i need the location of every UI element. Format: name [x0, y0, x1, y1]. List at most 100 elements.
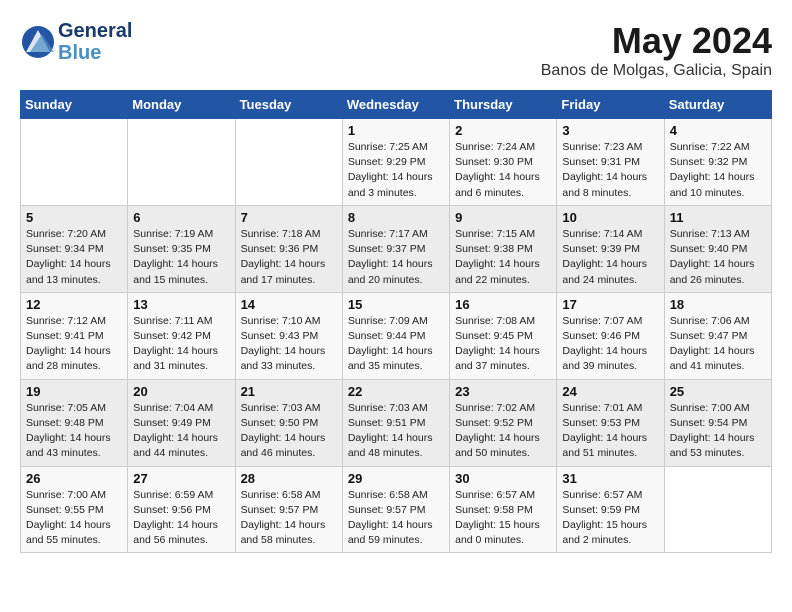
calendar-cell: [235, 119, 342, 206]
calendar-cell: 20 Sunrise: 7:04 AM Sunset: 9:49 PM Dayli…: [128, 379, 235, 466]
calendar-cell: 1 Sunrise: 7:25 AM Sunset: 9:29 PM Daylig…: [342, 119, 449, 206]
day-number: 4: [670, 123, 766, 138]
day-info: Sunrise: 6:58 AM Sunset: 9:57 PM Dayligh…: [348, 488, 444, 549]
calendar-cell: 5Sunrise: 7:20 AM Sunset: 9:34 PM Daylig…: [21, 205, 128, 292]
day-number: 22: [348, 384, 444, 399]
calendar-cell: 16Sunrise: 7:08 AM Sunset: 9:45 PM Dayli…: [450, 292, 557, 379]
day-info: Sunrise: 6:58 AM Sunset: 9:57 PM Dayligh…: [241, 488, 337, 549]
day-number: 26: [26, 471, 122, 486]
calendar-cell: 24 Sunrise: 7:01 AM Sunset: 9:53 PM Dayli…: [557, 379, 664, 466]
calendar-cell: 6 Sunrise: 7:19 AM Sunset: 9:35 PM Daylig…: [128, 205, 235, 292]
day-info: Sunrise: 7:19 AM Sunset: 9:35 PM Dayligh…: [133, 227, 229, 288]
calendar-cell: 28 Sunrise: 6:58 AM Sunset: 9:57 PM Dayli…: [235, 466, 342, 553]
calendar-cell: 4 Sunrise: 7:22 AM Sunset: 9:32 PM Daylig…: [664, 119, 771, 206]
day-number: 20: [133, 384, 229, 399]
subtitle: Banos de Molgas, Galicia, Spain: [541, 62, 772, 80]
day-number: 14: [241, 297, 337, 312]
calendar-cell: 15Sunrise: 7:09 AM Sunset: 9:44 PM Dayli…: [342, 292, 449, 379]
title-block: May 2024 Banos de Molgas, Galicia, Spain: [541, 20, 772, 80]
day-info: Sunrise: 6:57 AM Sunset: 9:58 PM Dayligh…: [455, 488, 551, 549]
day-info: Sunrise: 7:13 AM Sunset: 9:40 PM Dayligh…: [670, 227, 766, 288]
day-number: 6: [133, 210, 229, 225]
calendar-cell: [664, 466, 771, 553]
calendar-cell: 31 Sunrise: 6:57 AM Sunset: 9:59 PM Dayli…: [557, 466, 664, 553]
calendar-cell: 22Sunrise: 7:03 AM Sunset: 9:51 PM Dayli…: [342, 379, 449, 466]
day-number: 13: [133, 297, 229, 312]
day-info: Sunrise: 7:12 AM Sunset: 9:41 PM Dayligh…: [26, 314, 122, 375]
day-info: Sunrise: 7:01 AM Sunset: 9:53 PM Dayligh…: [562, 401, 658, 462]
calendar-cell: 18Sunrise: 7:06 AM Sunset: 9:47 PM Dayli…: [664, 292, 771, 379]
calendar-cell: 2 Sunrise: 7:24 AM Sunset: 9:30 PM Daylig…: [450, 119, 557, 206]
day-number: 16: [455, 297, 551, 312]
day-of-week-header: Friday: [557, 91, 664, 119]
day-info: Sunrise: 7:24 AM Sunset: 9:30 PM Dayligh…: [455, 140, 551, 201]
day-number: 5: [26, 210, 122, 225]
calendar-week-row: 19Sunrise: 7:05 AM Sunset: 9:48 PM Dayli…: [21, 379, 772, 466]
logo-text: General: [58, 20, 132, 42]
day-number: 9: [455, 210, 551, 225]
day-info: Sunrise: 7:00 AM Sunset: 9:54 PM Dayligh…: [670, 401, 766, 462]
day-of-week-header: Tuesday: [235, 91, 342, 119]
day-number: 10: [562, 210, 658, 225]
page-header: General Blue May 2024 Banos de Molgas, G…: [20, 20, 772, 80]
day-info: Sunrise: 7:25 AM Sunset: 9:29 PM Dayligh…: [348, 140, 444, 201]
logo-icon: [20, 24, 56, 60]
calendar-cell: 27Sunrise: 6:59 AM Sunset: 9:56 PM Dayli…: [128, 466, 235, 553]
day-number: 3: [562, 123, 658, 138]
day-number: 31: [562, 471, 658, 486]
calendar-cell: 19Sunrise: 7:05 AM Sunset: 9:48 PM Dayli…: [21, 379, 128, 466]
day-number: 28: [241, 471, 337, 486]
calendar-cell: 7Sunrise: 7:18 AM Sunset: 9:36 PM Daylig…: [235, 205, 342, 292]
calendar-cell: 13 Sunrise: 7:11 AM Sunset: 9:42 PM Dayli…: [128, 292, 235, 379]
day-number: 24: [562, 384, 658, 399]
day-number: 8: [348, 210, 444, 225]
calendar-cell: 29 Sunrise: 6:58 AM Sunset: 9:57 PM Dayli…: [342, 466, 449, 553]
day-number: 25: [670, 384, 766, 399]
calendar-week-row: 5Sunrise: 7:20 AM Sunset: 9:34 PM Daylig…: [21, 205, 772, 292]
day-of-week-header: Wednesday: [342, 91, 449, 119]
calendar-cell: 8 Sunrise: 7:17 AM Sunset: 9:37 PM Daylig…: [342, 205, 449, 292]
calendar-cell: [21, 119, 128, 206]
day-info: Sunrise: 7:11 AM Sunset: 9:42 PM Dayligh…: [133, 314, 229, 375]
logo-text2: Blue: [58, 42, 132, 64]
day-of-week-header: Sunday: [21, 91, 128, 119]
logo: General Blue: [20, 20, 132, 64]
day-number: 23: [455, 384, 551, 399]
day-number: 2: [455, 123, 551, 138]
day-number: 17: [562, 297, 658, 312]
day-number: 12: [26, 297, 122, 312]
day-info: Sunrise: 7:18 AM Sunset: 9:36 PM Dayligh…: [241, 227, 337, 288]
calendar-table: SundayMondayTuesdayWednesdayThursdayFrid…: [20, 90, 772, 553]
calendar-cell: 30 Sunrise: 6:57 AM Sunset: 9:58 PM Dayli…: [450, 466, 557, 553]
calendar-cell: 21 Sunrise: 7:03 AM Sunset: 9:50 PM Dayli…: [235, 379, 342, 466]
day-info: Sunrise: 7:09 AM Sunset: 9:44 PM Dayligh…: [348, 314, 444, 375]
day-info: Sunrise: 6:59 AM Sunset: 9:56 PM Dayligh…: [133, 488, 229, 549]
day-info: Sunrise: 7:17 AM Sunset: 9:37 PM Dayligh…: [348, 227, 444, 288]
calendar-cell: 11 Sunrise: 7:13 AM Sunset: 9:40 PM Dayli…: [664, 205, 771, 292]
day-info: Sunrise: 7:22 AM Sunset: 9:32 PM Dayligh…: [670, 140, 766, 201]
day-info: Sunrise: 7:02 AM Sunset: 9:52 PM Dayligh…: [455, 401, 551, 462]
day-info: Sunrise: 7:15 AM Sunset: 9:38 PM Dayligh…: [455, 227, 551, 288]
day-number: 29: [348, 471, 444, 486]
calendar-cell: 17Sunrise: 7:07 AM Sunset: 9:46 PM Dayli…: [557, 292, 664, 379]
day-info: Sunrise: 7:03 AM Sunset: 9:50 PM Dayligh…: [241, 401, 337, 462]
day-number: 30: [455, 471, 551, 486]
day-info: Sunrise: 6:57 AM Sunset: 9:59 PM Dayligh…: [562, 488, 658, 549]
calendar-header-row: SundayMondayTuesdayWednesdayThursdayFrid…: [21, 91, 772, 119]
day-info: Sunrise: 7:23 AM Sunset: 9:31 PM Dayligh…: [562, 140, 658, 201]
calendar-cell: 14 Sunrise: 7:10 AM Sunset: 9:43 PM Dayli…: [235, 292, 342, 379]
main-title: May 2024: [541, 20, 772, 62]
day-number: 21: [241, 384, 337, 399]
day-number: 1: [348, 123, 444, 138]
calendar-cell: 23 Sunrise: 7:02 AM Sunset: 9:52 PM Dayli…: [450, 379, 557, 466]
day-of-week-header: Thursday: [450, 91, 557, 119]
day-of-week-header: Saturday: [664, 91, 771, 119]
day-info: Sunrise: 7:00 AM Sunset: 9:55 PM Dayligh…: [26, 488, 122, 549]
day-number: 19: [26, 384, 122, 399]
calendar-week-row: 1 Sunrise: 7:25 AM Sunset: 9:29 PM Daylig…: [21, 119, 772, 206]
day-info: Sunrise: 7:10 AM Sunset: 9:43 PM Dayligh…: [241, 314, 337, 375]
calendar-cell: 12 Sunrise: 7:12 AM Sunset: 9:41 PM Dayli…: [21, 292, 128, 379]
day-info: Sunrise: 7:04 AM Sunset: 9:49 PM Dayligh…: [133, 401, 229, 462]
calendar-week-row: 26 Sunrise: 7:00 AM Sunset: 9:55 PM Dayli…: [21, 466, 772, 553]
day-number: 11: [670, 210, 766, 225]
